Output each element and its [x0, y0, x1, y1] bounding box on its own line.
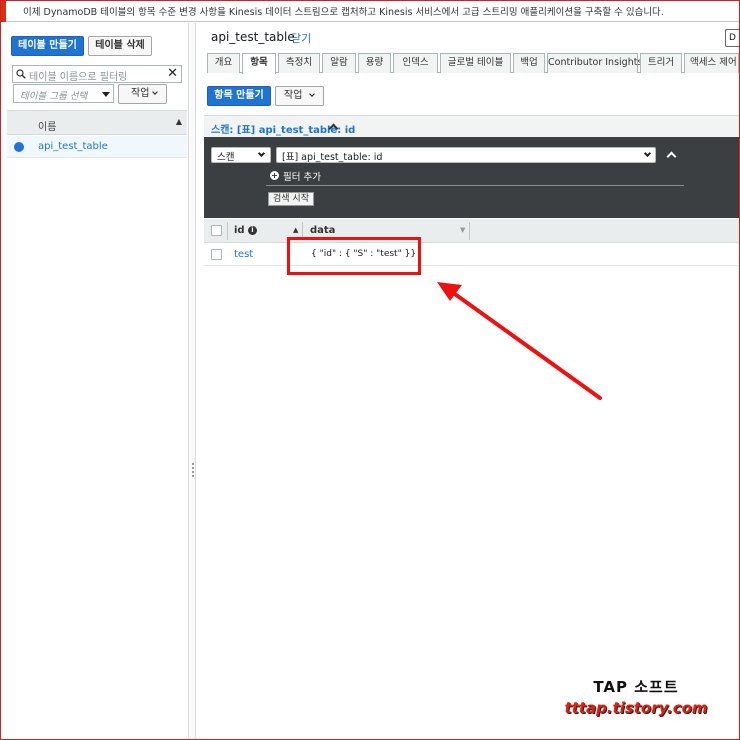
watermark-brand: TAP 소프트 [593, 678, 679, 696]
watermark: TAP 소프트 tttap.tistory.com [556, 676, 716, 717]
annotation-arrow-icon [437, 282, 602, 400]
watermark-url: tttap.tistory.com [564, 699, 708, 717]
